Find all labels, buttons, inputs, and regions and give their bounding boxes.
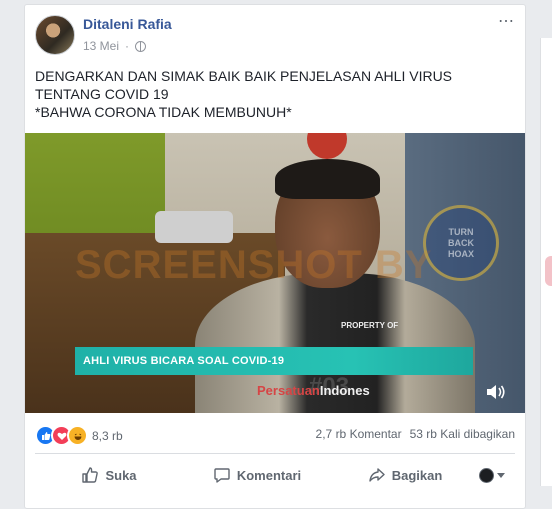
turn-back-hoax-badge: TURN BACK HOAX (423, 205, 499, 281)
haha-icon (67, 425, 88, 446)
share-button-label: Bagikan (391, 467, 443, 483)
post-text-line: DENGARKAN DAN SIMAK BAIK BAIK PENJELASAN… (35, 68, 453, 84)
comments-count[interactable]: 2,7 rb Komentar (316, 427, 402, 441)
post-author[interactable]: Ditaleni Rafia (83, 16, 172, 32)
more-options-icon[interactable]: ⋯ (498, 14, 515, 30)
action-bar: Suka Komentari Bagikan (35, 457, 515, 493)
lower-third-text: AHLI VIRUS BICARA SOAL COVID-19 (83, 355, 285, 367)
like-button[interactable]: Suka (35, 459, 183, 491)
reactions-summary[interactable]: 8,3 rb (35, 425, 123, 446)
shares-count[interactable]: 53 rb Kali dibagikan (410, 427, 515, 441)
engagement-counts: 2,7 rb Komentar 53 rb Kali dibagikan (316, 427, 515, 441)
share-icon (369, 468, 385, 482)
shirt-text-prefix: Persatuan (257, 383, 320, 398)
video-watermark: SCREENSHOT BY (75, 243, 433, 287)
video-lower-third: AHLI VIRUS BICARA SOAL COVID-19 (75, 347, 473, 375)
video-bg-telephone (155, 211, 233, 243)
like-button-label: Suka (105, 467, 137, 483)
badge-line: TURN (448, 226, 474, 237)
badge-line: BACK (448, 237, 474, 248)
post-date[interactable]: 13 Mei (83, 39, 119, 53)
audience-selector[interactable] (479, 467, 515, 483)
profile-icon (479, 467, 494, 483)
shirt-text: PersatuanIndones (257, 383, 370, 398)
reactions-count: 8,3 rb (92, 428, 123, 443)
shirt-text-suffix: Indones (319, 383, 370, 398)
post-text-line: *BAHWA CORONA TIDAK MEMBUNUH* (35, 104, 292, 120)
comment-button-label: Komentari (236, 467, 302, 483)
share-button[interactable]: Bagikan (331, 459, 479, 491)
globe-icon[interactable] (135, 40, 147, 52)
property-label: PROPERTY OF (341, 321, 399, 330)
post-meta: 13 Mei · (83, 39, 147, 53)
thumbs-up-icon (82, 467, 99, 483)
post-text-line: TENTANG COVID 19 (35, 86, 169, 102)
comment-icon (214, 468, 230, 483)
chevron-down-icon (497, 472, 505, 478)
badge-line: HOAX (447, 248, 474, 259)
comment-button[interactable]: Komentari (183, 459, 331, 491)
video-person-hair (275, 159, 380, 199)
post-text: DENGARKAN DAN SIMAK BAIK BAIK PENJELASAN… (35, 67, 515, 121)
video-player[interactable]: SCREENSHOT BY TURN BACK HOAX PROPERTY OF… (25, 133, 525, 413)
avatar[interactable] (35, 15, 75, 55)
divider (35, 453, 515, 454)
side-panel-pink-element (545, 256, 552, 286)
post-card: Ditaleni Rafia 13 Mei · ⋯ DENGARKAN DAN … (24, 4, 526, 509)
side-panel-edge (540, 38, 552, 486)
volume-icon[interactable] (485, 383, 507, 401)
post-stats: 8,3 rb 2,7 rb Komentar 53 rb Kali dibagi… (35, 425, 515, 446)
